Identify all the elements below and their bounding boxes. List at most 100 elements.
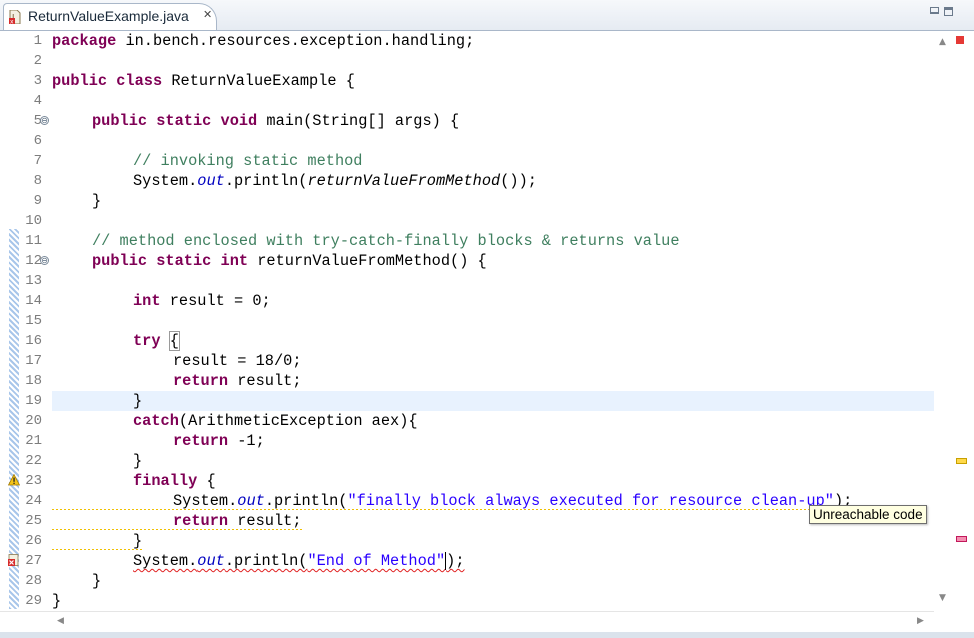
scroll-down-arrow-icon[interactable]: ▼	[939, 593, 946, 603]
keyword: finally	[133, 472, 198, 490]
line-number: 8	[33, 173, 42, 189]
code-text: );	[446, 552, 465, 570]
line-number: 26	[25, 533, 42, 549]
code-line: public static int returnValueFromMethod(…	[92, 251, 487, 271]
code-text: main(String[] args) {	[257, 112, 460, 130]
code-text: ());	[500, 172, 537, 190]
scroll-left-arrow-icon[interactable]: ◀	[57, 616, 64, 626]
error-summary-icon[interactable]	[956, 36, 964, 44]
error-marker[interactable]	[956, 536, 967, 542]
code-text: returnValueFromMethod() {	[248, 252, 487, 270]
editor-bottom-border	[0, 632, 974, 638]
line-number: 15	[25, 313, 42, 329]
keyword: public class	[52, 72, 163, 90]
close-icon[interactable]: ✕	[203, 8, 212, 21]
code-line: finally {	[133, 471, 216, 491]
code-line: public static void main(String[] args) {	[92, 111, 459, 131]
line-number: 25	[25, 513, 42, 529]
code-line: return -1;	[173, 431, 265, 451]
maximize-icon[interactable]	[944, 7, 953, 16]
line-number: 28	[25, 573, 42, 589]
line-number: 12	[25, 253, 42, 269]
line-number: 23	[25, 473, 42, 489]
line-number: 4	[33, 93, 42, 109]
code-line: try {	[133, 331, 180, 351]
editor-tab-bar: J x ReturnValueExample.java ✕	[0, 0, 974, 31]
code-line: }	[92, 572, 102, 590]
keyword: package	[52, 32, 117, 50]
code-line: }	[133, 392, 143, 410]
line-number: 22	[25, 453, 42, 469]
keyword: return	[173, 432, 229, 450]
code-line-error: System.out.println("End of Method");	[133, 551, 465, 571]
line-number: 13	[25, 273, 42, 289]
code-text: System.	[133, 552, 198, 570]
keyword: int	[133, 292, 161, 310]
warning-marker[interactable]	[956, 458, 967, 464]
keyword: try	[133, 332, 161, 350]
code-text: .println(	[264, 492, 348, 510]
window-controls	[930, 5, 960, 21]
line-number: 17	[25, 353, 42, 369]
java-file-error-icon: J x	[9, 10, 21, 24]
line-number: 7	[33, 153, 42, 169]
line-number: 20	[25, 413, 42, 429]
static-field: out	[237, 492, 265, 510]
line-number: 18	[25, 373, 42, 389]
fold-collapse-icon[interactable]: ⊖	[40, 256, 49, 265]
code-editor[interactable]: 1 2 3 4 5 6 7 8 9 10 11 12 13 14 15 16 1…	[0, 31, 974, 638]
code-text: System.	[133, 172, 198, 190]
minimize-icon[interactable]	[930, 7, 939, 14]
code-text: result;	[228, 372, 302, 390]
code-text: result = 0;	[160, 292, 271, 310]
line-number: 9	[33, 193, 42, 209]
keyword: public static int	[92, 252, 249, 270]
keyword: catch	[133, 412, 179, 430]
code-text: .println(	[224, 552, 308, 570]
code-line: int result = 0;	[133, 291, 271, 311]
code-text: }	[133, 532, 143, 550]
line-number: 29	[25, 593, 42, 609]
code-line-warning: System.out.println("finally block always…	[52, 491, 853, 511]
code-line-warning: return result;	[52, 511, 302, 531]
code-comment: // invoking static method	[133, 152, 363, 170]
code-line: return result;	[173, 371, 302, 391]
line-number: 6	[33, 133, 42, 149]
line-number: 16	[25, 333, 42, 349]
line-number: 1	[33, 33, 42, 49]
line-number: 11	[25, 233, 42, 249]
scroll-right-arrow-icon[interactable]: ▶	[917, 616, 924, 626]
static-field: out	[197, 172, 225, 190]
code-line-warning: }	[52, 531, 143, 551]
line-number: 19	[25, 393, 42, 409]
code-text: -1;	[228, 432, 265, 450]
line-number: 2	[33, 53, 42, 69]
keyword: public static void	[92, 112, 258, 130]
line-number: 24	[25, 493, 42, 509]
static-field: out	[197, 552, 225, 570]
editor-tab[interactable]: J x ReturnValueExample.java ✕	[3, 3, 217, 30]
code-text: {	[197, 472, 216, 490]
code-text: .println(	[224, 172, 308, 190]
line-number: 14	[25, 293, 42, 309]
tab-title: ReturnValueExample.java	[28, 8, 189, 24]
line-number: 21	[25, 433, 42, 449]
code-line: result = 18/0;	[173, 352, 302, 370]
horizontal-scrollbar[interactable]: ◀ ▶	[0, 611, 934, 633]
scroll-up-arrow-icon[interactable]: ▲	[939, 37, 946, 47]
line-number: 3	[33, 73, 42, 89]
unreachable-statement: System.out.println("End of Method");	[133, 552, 465, 570]
keyword: return	[173, 372, 229, 390]
code-text: result;	[228, 512, 302, 530]
code-line: }	[52, 592, 62, 610]
code-line: }	[92, 192, 102, 210]
fold-collapse-icon[interactable]: ⊖	[40, 116, 49, 125]
code-text: in.bench.resources.exception.handling;	[116, 32, 475, 50]
svg-text:x: x	[10, 19, 14, 25]
line-number: 10	[25, 213, 42, 229]
string-literal: "finally block always executed for resou…	[347, 492, 834, 510]
code-text-area[interactable]: package in.bench.resources.exception.han…	[52, 31, 934, 611]
hover-tooltip: Unreachable code	[809, 505, 927, 524]
overview-ruler: ▲ ▼	[934, 31, 974, 611]
code-line: }	[133, 452, 143, 470]
